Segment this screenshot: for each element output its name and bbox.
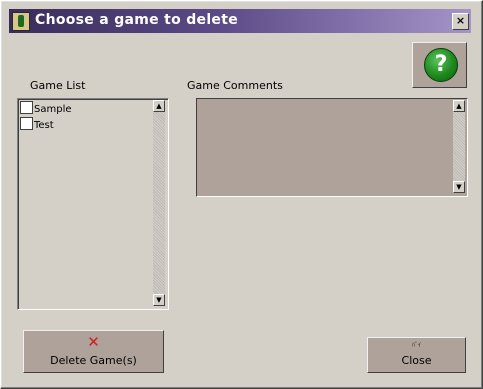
dialog-title: Choose a game to delete [35, 12, 239, 28]
list-item[interactable]: Test [20, 117, 54, 131]
scroll-down-arrow-icon[interactable]: ▼ [453, 181, 465, 193]
scroll-up-arrow-icon[interactable]: ▲ [153, 100, 165, 112]
delete-button-label: Delete Game(s) [50, 354, 137, 367]
help-button[interactable]: ? [412, 42, 467, 88]
delete-game-dialog: Choose a game to delete × ? Game List Ga… [0, 0, 483, 389]
question-mark-icon: ? [424, 48, 458, 82]
scroll-down-arrow-icon[interactable]: ▼ [153, 294, 165, 306]
game-comments-label: Game Comments [187, 79, 283, 92]
close-button-label: Close [401, 354, 432, 367]
comments-scrollbar[interactable]: ▲ ▼ [453, 100, 465, 193]
list-scrollbar[interactable]: ▲ ▼ [153, 100, 165, 306]
scroll-up-arrow-icon[interactable]: ▲ [453, 100, 465, 112]
red-x-icon: ✕ [87, 333, 100, 351]
close-small-icon: ﾊﾞｲ [411, 342, 421, 349]
game-checkbox[interactable] [20, 117, 33, 130]
title-close-button[interactable]: × [452, 13, 469, 30]
list-item[interactable]: Sample [20, 101, 72, 115]
game-app-icon [12, 12, 30, 31]
close-button[interactable]: ﾊﾞｲ Close [367, 337, 466, 373]
game-comments-field[interactable]: ▲ ▼ [196, 98, 468, 197]
title-bar[interactable]: Choose a game to delete × [9, 9, 471, 33]
game-name: Sample [34, 104, 72, 115]
game-list[interactable]: Sample Test ▲ ▼ [17, 98, 169, 310]
game-name: Test [34, 120, 54, 131]
delete-games-button[interactable]: ✕ Delete Game(s) [23, 330, 164, 373]
game-list-label: Game List [30, 79, 86, 92]
game-checkbox[interactable] [20, 101, 33, 114]
